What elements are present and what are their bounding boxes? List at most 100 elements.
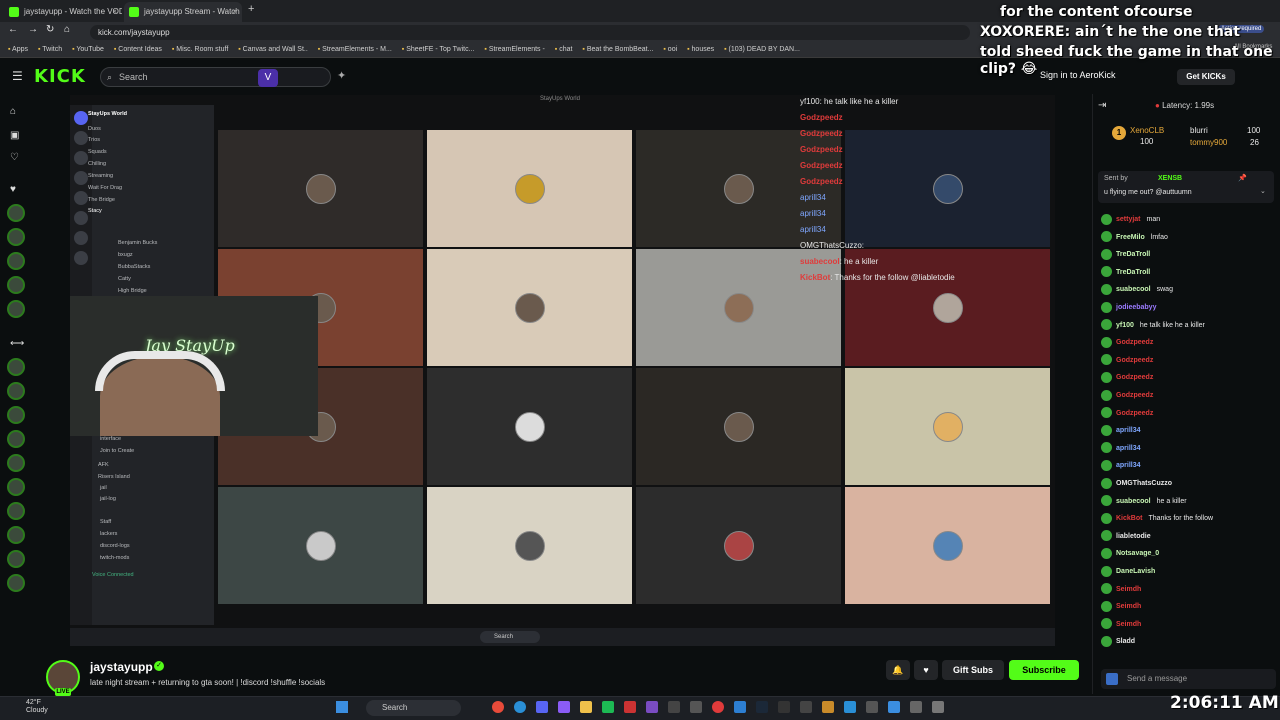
chat-username[interactable]: Godzpeedz	[1116, 339, 1153, 346]
channel-avatar[interactable]	[7, 252, 25, 270]
pin-icon[interactable]: 📌	[1238, 174, 1247, 182]
url-field[interactable]: kick.com/jaystayupp	[90, 25, 970, 40]
obs-icon[interactable]	[712, 701, 724, 713]
chat-username[interactable]: jodieebabyy	[1116, 304, 1156, 311]
channel-avatar[interactable]	[7, 478, 25, 496]
chat-username[interactable]: liabletodie	[1116, 533, 1151, 540]
browser-tab[interactable]: jaystayupp - Watch the VOD o ×	[4, 2, 122, 22]
channel-avatar[interactable]	[7, 550, 25, 568]
edge-icon[interactable]	[514, 701, 526, 713]
bookmark[interactable]: houses	[687, 42, 715, 57]
chat-username[interactable]: Seimdh	[1116, 586, 1141, 593]
chrome-icon[interactable]	[492, 701, 504, 713]
app-icon[interactable]	[910, 701, 922, 713]
sparkle-icon[interactable]: ✦	[337, 69, 346, 82]
chat-username[interactable]: FreeMilo	[1116, 234, 1145, 241]
chat-username[interactable]: TreDaTroll	[1116, 269, 1150, 276]
app-icon[interactable]	[668, 701, 680, 713]
home-icon[interactable]: ⌂	[10, 106, 16, 117]
app-icon[interactable]	[734, 701, 746, 713]
channel-avatar[interactable]	[7, 358, 25, 376]
app-icon[interactable]	[932, 701, 944, 713]
channel-avatar[interactable]	[7, 574, 25, 592]
bookmark[interactable]: Canvas and Wall St..	[238, 42, 308, 57]
expand-icon[interactable]: ⟷	[10, 338, 24, 349]
bookmark[interactable]: Beat the BombBeat...	[582, 42, 654, 57]
search-input[interactable]: ⌕ Search	[100, 67, 331, 87]
back-icon[interactable]: ←	[8, 24, 18, 35]
channel-avatar[interactable]	[7, 300, 25, 318]
kick-logo[interactable]: KICK	[34, 66, 86, 87]
browser-tab-active[interactable]: jaystayupp Stream - Watch ×	[124, 2, 242, 22]
chat-username[interactable]: DaneLavish	[1116, 568, 1155, 575]
app-icon[interactable]	[822, 701, 834, 713]
app-icon[interactable]	[624, 701, 636, 713]
chat-username[interactable]: OMGThatsCuzzo	[1116, 480, 1172, 487]
app-icon[interactable]	[646, 701, 658, 713]
gift-subs-button[interactable]: Gift Subs	[942, 660, 1004, 680]
reload-icon[interactable]: ↻	[46, 24, 54, 35]
weather-widget[interactable]: 42°F Cloudy	[26, 699, 48, 715]
new-tab-icon[interactable]: +	[248, 3, 254, 15]
chat-username[interactable]: Seimdh	[1116, 603, 1141, 610]
chat-username[interactable]: Godzpeedz	[1116, 374, 1153, 381]
chat-username[interactable]: Godzpeedz	[1116, 410, 1153, 417]
following-icon[interactable]: ♡	[10, 152, 19, 163]
app-icon[interactable]	[778, 701, 790, 713]
chat-username[interactable]: Sladd	[1116, 638, 1135, 645]
home-icon[interactable]: ⌂	[64, 24, 70, 35]
forward-icon[interactable]: →	[28, 24, 38, 35]
discord-icon[interactable]	[536, 701, 548, 713]
bookmark[interactable]: YouTube	[72, 42, 104, 57]
pinned-message[interactable]: Sent by XENSB 📌 u flying me out? @auttuu…	[1098, 171, 1274, 203]
chat-username[interactable]: Seimdh	[1116, 621, 1141, 628]
chat-username[interactable]: aprill34	[1116, 462, 1141, 469]
app-icon[interactable]	[888, 701, 900, 713]
channel-avatar[interactable]	[7, 406, 25, 424]
channel-avatar[interactable]	[7, 276, 25, 294]
windows-start-icon[interactable]	[336, 701, 348, 713]
extension-icon[interactable]: V	[258, 69, 278, 87]
app-icon[interactable]	[866, 701, 878, 713]
close-icon[interactable]: ×	[112, 2, 117, 22]
menu-icon[interactable]: ☰	[12, 69, 23, 83]
windows-search[interactable]: Search	[366, 700, 461, 716]
follow-heart-icon[interactable]: ♥	[914, 660, 938, 680]
bookmark[interactable]: Content Ideas	[114, 42, 162, 57]
channel-avatar[interactable]	[7, 430, 25, 448]
steam-icon[interactable]	[756, 701, 768, 713]
chat-username[interactable]: suabecool	[1116, 498, 1151, 505]
chevron-down-icon[interactable]: ⌄	[1260, 187, 1266, 195]
subscribe-button[interactable]: Subscribe	[1009, 660, 1079, 680]
bookmark[interactable]: StreamElements -	[484, 42, 545, 57]
bookmark[interactable]: Twitch	[38, 42, 62, 57]
streamer-name[interactable]: jaystayupp	[90, 660, 153, 674]
bookmark[interactable]: chat	[555, 42, 572, 57]
file-explorer-icon[interactable]	[580, 701, 592, 713]
app-icon[interactable]	[558, 701, 570, 713]
chat-username[interactable]: yf100	[1116, 322, 1134, 329]
chat-username[interactable]: Godzpeedz	[1116, 392, 1153, 399]
close-icon[interactable]: ×	[232, 2, 237, 22]
bookmark[interactable]: StreamElements - M...	[318, 42, 392, 57]
channel-avatar[interactable]	[7, 454, 25, 472]
favorites-icon[interactable]: ♥	[10, 184, 16, 195]
bookmark[interactable]: SheetFE - Top Twitc...	[402, 42, 474, 57]
app-icon[interactable]	[800, 701, 812, 713]
bookmark[interactable]: ooi	[663, 42, 677, 57]
emote-picker-icon[interactable]	[1106, 673, 1118, 685]
chat-username[interactable]: settyjat	[1116, 216, 1141, 223]
chat-username[interactable]: Notsavage_0	[1116, 550, 1159, 557]
chat-username[interactable]: suabecool	[1116, 286, 1151, 293]
chat-username[interactable]: TreDaTroll	[1116, 251, 1150, 258]
bookmark[interactable]: (103) DEAD BY DAN...	[724, 42, 800, 57]
channel-avatar[interactable]	[7, 526, 25, 544]
browse-icon[interactable]: ▣	[10, 130, 19, 141]
chat-username[interactable]: aprill34	[1116, 445, 1141, 452]
send-message-input[interactable]: Send a message	[1101, 669, 1276, 689]
collapse-chat-icon[interactable]: ⇥	[1098, 100, 1106, 111]
channel-avatar[interactable]	[7, 228, 25, 246]
app-icon[interactable]	[844, 701, 856, 713]
chat-username[interactable]: Godzpeedz	[1116, 357, 1153, 364]
chat-username[interactable]: KickBot	[1116, 515, 1142, 522]
